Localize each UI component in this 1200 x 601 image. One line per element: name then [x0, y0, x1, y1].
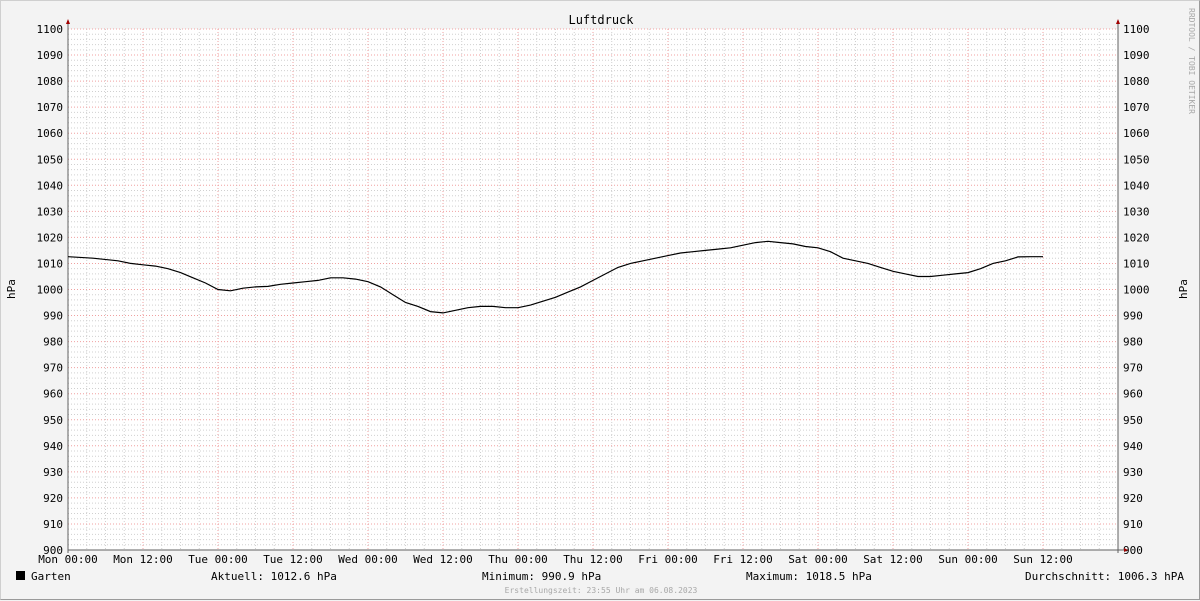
- x-tick-label: Sat 00:00: [788, 553, 848, 566]
- y-tick-label-right: 1040: [1123, 179, 1150, 192]
- x-tick-label: Mon 00:00: [38, 553, 98, 566]
- y-tick-label-left: 1050: [37, 153, 64, 166]
- stat-current: Aktuell: 1012.6 hPa: [211, 570, 337, 583]
- y-tick-label-left: 1100: [37, 23, 64, 36]
- x-tick-label: Sat 12:00: [863, 553, 923, 566]
- rrdtool-credit: RRDTOOL / TOBI OETIKER: [1187, 8, 1196, 114]
- y-tick-label-right: 1010: [1123, 257, 1150, 270]
- x-tick-label: Fri 12:00: [713, 553, 773, 566]
- y-tick-label-right: 1060: [1123, 127, 1150, 140]
- legend-series-label: Garten: [31, 570, 71, 583]
- y-axis-label-right: hPa: [1177, 279, 1190, 299]
- x-tick-label: Thu 12:00: [563, 553, 623, 566]
- stat-minimum: Minimum: 990.9 hPa: [482, 570, 601, 583]
- x-tick-label: Tue 00:00: [188, 553, 248, 566]
- y-tick-label-right: 1030: [1123, 205, 1150, 218]
- y-tick-label-right: 970: [1123, 362, 1143, 375]
- y-tick-label-right: 1070: [1123, 101, 1150, 114]
- y-tick-label-left: 970: [43, 362, 63, 375]
- stat-maximum: Maximum: 1018.5 hPa: [746, 570, 872, 583]
- y-tick-label-right: 990: [1123, 310, 1143, 323]
- y-tick-label-right: 920: [1123, 492, 1143, 505]
- y-tick-label-right: 950: [1123, 414, 1143, 427]
- y-tick-label-left: 1040: [37, 179, 64, 192]
- y-tick-label-left: 930: [43, 466, 63, 479]
- y-tick-label-left: 960: [43, 388, 63, 401]
- y-tick-label-left: 920: [43, 492, 63, 505]
- chart-title: Luftdruck: [568, 13, 634, 27]
- x-tick-label: Tue 12:00: [263, 553, 323, 566]
- x-tick-label: Wed 00:00: [338, 553, 398, 566]
- y-tick-label-left: 990: [43, 310, 63, 323]
- y-tick-label-left: 910: [43, 518, 63, 531]
- y-tick-label-left: 1060: [37, 127, 64, 140]
- x-tick-label: Mon 12:00: [113, 553, 173, 566]
- y-tick-label-left: 1070: [37, 101, 64, 114]
- y-tick-label-right: 960: [1123, 388, 1143, 401]
- y-tick-label-right: 1020: [1123, 231, 1150, 244]
- y-tick-label-right: 1080: [1123, 75, 1150, 88]
- y-tick-label-left: 1080: [37, 75, 64, 88]
- x-tick-label: Fri 00:00: [638, 553, 698, 566]
- y-tick-label-left: 940: [43, 440, 63, 453]
- y-tick-label-left: 1030: [37, 205, 64, 218]
- x-tick-label: Wed 12:00: [413, 553, 473, 566]
- y-tick-label-left: 1000: [37, 284, 64, 297]
- y-tick-label-left: 950: [43, 414, 63, 427]
- chart-frame: Luftdruck 900 900 910 910 920 920 930 930 940 940…: [0, 0, 1200, 600]
- y-tick-label-left: 980: [43, 336, 63, 349]
- y-tick-label-right: 1050: [1123, 153, 1150, 166]
- y-axis-arrow-right: [1116, 19, 1120, 24]
- y-tick-label-right: 1100: [1123, 23, 1150, 36]
- y-tick-label-right: 980: [1123, 336, 1143, 349]
- y-axis-arrow-left: [66, 19, 70, 24]
- y-tick-label-right: 910: [1123, 518, 1143, 531]
- y-tick-label-right: 930: [1123, 466, 1143, 479]
- y-axis-label-left: hPa: [5, 279, 18, 299]
- x-tick-label: Sun 00:00: [938, 553, 998, 566]
- y-tick-label-left: 1020: [37, 231, 64, 244]
- y-tick-label-right: 1090: [1123, 49, 1150, 62]
- x-tick-label: Thu 00:00: [488, 553, 548, 566]
- creation-timestamp: Erstellungszeit: 23:55 Uhr am 06.08.2023: [505, 586, 698, 595]
- plot-area: 900 900910 910920 920930 930940 940950 950960 9…: [37, 19, 1150, 566]
- y-tick-label-left: 1010: [37, 257, 64, 270]
- y-tick-label-left: 1090: [37, 49, 64, 62]
- stat-average: Durchschnitt: 1006.3 hPA: [1025, 570, 1184, 583]
- legend-swatch: [16, 571, 25, 580]
- y-tick-label-right: 1000: [1123, 284, 1150, 297]
- y-tick-label-right: 940: [1123, 440, 1143, 453]
- chart-canvas: Luftdruck 900 900910 910920 920930 930940 940…: [5, 8, 1196, 595]
- x-tick-label: Sun 12:00: [1013, 553, 1073, 566]
